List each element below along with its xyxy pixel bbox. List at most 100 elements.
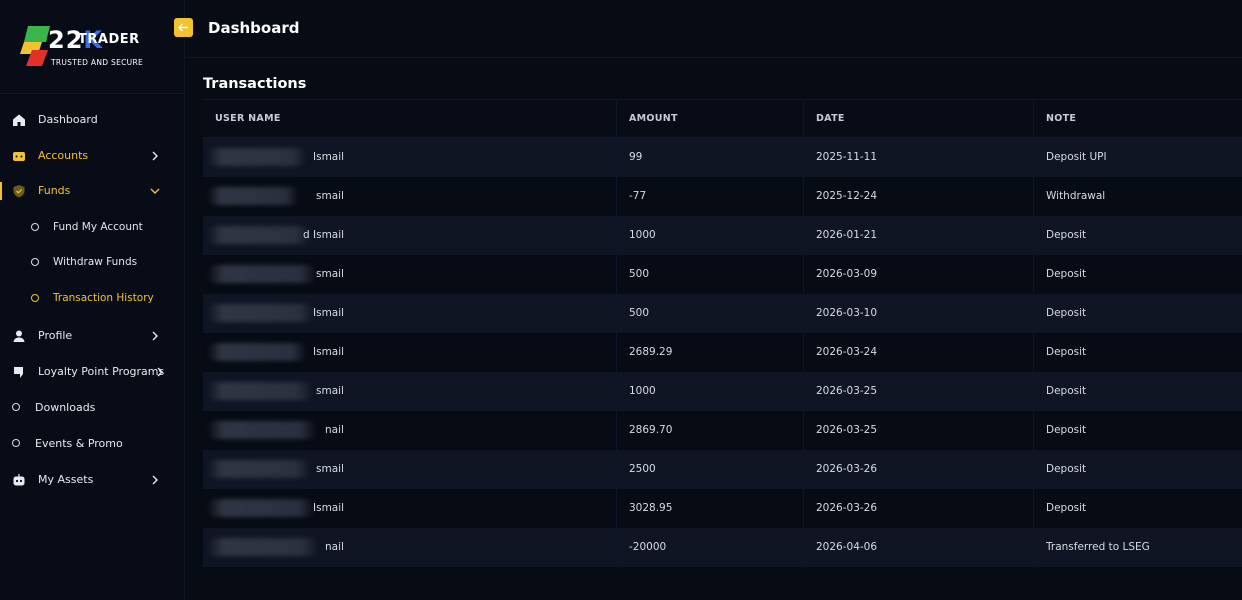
column-header-amount[interactable]: AMOUNT [629,113,678,124]
column-header-note[interactable]: NOTE [1046,113,1076,124]
sidebar-item-label: Funds [38,184,71,197]
sidebar-subitem-label: Fund My Account [53,221,143,233]
circle-icon [31,223,39,231]
cell-note: Deposit [1046,229,1087,241]
table-row[interactable]: smail 2500 2026-03-26 Deposit [203,450,1242,489]
cell-note: Deposit [1046,463,1087,475]
bookmark-icon [14,367,23,378]
sidebar-item-dashboard[interactable]: Dashboard [0,105,185,135]
sidebar-subitem-label: Transaction History [53,292,154,304]
circle-icon [12,439,20,447]
cell-note: Deposit [1046,307,1087,319]
cell-amount: 2869.70 [629,424,673,436]
wallet-icon [13,152,25,161]
sidebar: 22K TRADER TRUSTED AND SECURE Dashboard … [0,0,185,600]
cell-amount: 2500 [629,463,656,475]
redacted-name-blur [207,460,311,478]
cell-user-name: nail [325,424,344,436]
table-row[interactable]: Ismail 3028.95 2026-03-26 Deposit [203,489,1242,528]
transactions-table: USER NAME AMOUNT DATE NOTE Ismail 99 2025-… [203,99,1242,569]
cell-date: 2026-03-09 [816,268,878,280]
cell-note: Transferred to LSEG [1046,541,1150,553]
section-title: Transactions [203,76,307,92]
table-row[interactable]: Ismail 500 2026-03-10 Deposit [203,294,1242,333]
cell-user-name: d Ismail [303,229,345,241]
table-body: Ismail 99 2025-11-11 Deposit UPI smail -77 202… [203,138,1242,567]
sidebar-subitem-fund-my-account[interactable]: Fund My Account [0,215,185,241]
sidebar-item-events-promo[interactable]: Events & Promo [0,429,185,459]
sidebar-subitem-withdraw-funds[interactable]: Withdraw Funds [0,250,185,276]
chevron-down-icon [150,188,160,194]
redacted-name-blur [207,421,317,439]
table-row[interactable]: Ismail 99 2025-11-11 Deposit UPI [203,138,1242,177]
cell-amount: 1000 [629,385,656,397]
redacted-name-blur [207,343,307,361]
redacted-name-blur [207,304,315,322]
cell-note: Deposit [1046,424,1087,436]
table-header: USER NAME AMOUNT DATE NOTE [203,99,1242,138]
chevron-right-icon [152,331,158,341]
cell-user-name: Ismail [313,502,345,514]
sidebar-item-label: Accounts [38,149,89,162]
logo-trader: TRADER [78,32,140,47]
table-row[interactable]: nail 2869.70 2026-03-25 Deposit [203,411,1242,450]
user-icon [13,330,25,342]
cell-user-name: smail [316,463,344,475]
page-title: Dashboard [208,19,300,37]
chevron-right-icon [157,367,163,377]
home-icon [13,114,25,126]
cell-amount: 3028.95 [629,502,673,514]
cell-amount: 500 [629,307,650,319]
column-header-date[interactable]: DATE [816,113,845,124]
chevron-right-icon [152,475,158,485]
sidebar-item-label: Events & Promo [35,437,123,450]
brand-logo[interactable]: 22K TRADER TRUSTED AND SECURE [20,22,170,72]
robot-icon [13,474,25,486]
sidebar-item-label: Downloads [35,401,96,414]
circle-icon [31,294,39,302]
sidebar-divider [0,93,185,94]
cell-amount: 2689.29 [629,346,673,358]
table-row[interactable]: d Ismail 1000 2026-01-21 Deposit [203,216,1242,255]
cell-note: Deposit [1046,346,1087,358]
cell-note: Withdrawal [1046,190,1106,202]
cell-user-name: Ismail [313,307,345,319]
cell-user-name: smail [316,190,344,202]
back-button[interactable] [174,18,193,37]
redacted-name-blur [207,382,313,400]
redacted-name-blur [207,187,299,205]
sidebar-item-loyalty-point-programs[interactable]: Loyalty Point Programs [0,357,185,387]
arrow-left-icon [178,23,188,32]
sidebar-subitem-transaction-history[interactable]: Transaction History [0,286,185,312]
table-row[interactable]: nail -20000 2026-04-06 Transferred to LSEG [203,528,1242,567]
sidebar-subitem-label: Withdraw Funds [53,256,138,268]
cell-user-name: smail [316,385,344,397]
cell-amount: 1000 [629,229,656,241]
cell-date: 2026-03-10 [816,307,878,319]
table-row[interactable]: smail 500 2026-03-09 Deposit [203,255,1242,294]
table-row[interactable]: smail 1000 2026-03-25 Deposit [203,372,1242,411]
cell-note: Deposit UPI [1046,151,1107,163]
sidebar-item-funds[interactable]: Funds [0,176,185,206]
shield-icon [13,185,25,198]
table-row[interactable]: Ismail 2689.29 2026-03-24 Deposit [203,333,1242,372]
cell-date: 2026-03-25 [816,424,878,436]
circle-icon [31,258,39,266]
cell-date: 2026-04-06 [816,541,878,553]
cell-date: 2026-03-26 [816,502,878,514]
sidebar-item-my-assets[interactable]: My Assets [0,465,185,495]
sidebar-item-downloads[interactable]: Downloads [0,393,185,423]
sidebar-item-accounts[interactable]: Accounts [0,141,185,171]
column-header-user-name[interactable]: USER NAME [215,113,281,124]
redacted-name-blur [207,265,317,283]
chevron-right-icon [152,151,158,161]
logo-tagline: TRUSTED AND SECURE [51,58,143,67]
sidebar-item-profile[interactable]: Profile [0,321,185,351]
cell-user-name: Ismail [313,151,345,163]
cell-note: Deposit [1046,268,1087,280]
table-row[interactable]: smail -77 2025-12-24 Withdrawal [203,177,1242,216]
cell-date: 2026-03-25 [816,385,878,397]
sidebar-item-label: My Assets [38,473,94,486]
column-divider [803,99,804,569]
cell-date: 2026-03-24 [816,346,878,358]
